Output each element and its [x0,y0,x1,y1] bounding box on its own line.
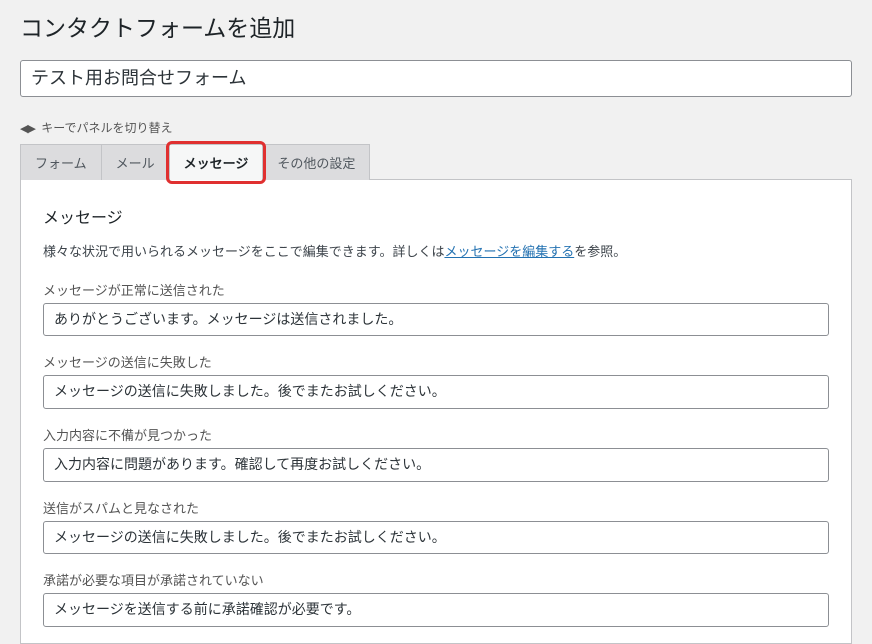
tab-list: フォーム メール メッセージ その他の設定 [20,144,852,180]
message-field-input[interactable] [43,593,829,627]
message-field-row: 承諾が必要な項目が承諾されていない [43,570,829,627]
edit-messages-link[interactable]: メッセージを編集する [444,244,574,259]
message-field-input[interactable] [43,521,829,555]
form-title-input[interactable] [20,60,852,97]
tab-other-settings[interactable]: その他の設定 [262,144,370,180]
message-field-input[interactable] [43,448,829,482]
message-field-label: 送信がスパムと見なされた [43,498,829,517]
intro-text: 様々な状況で用いられるメッセージをここで編集できます。詳しくはメッセージを編集す… [43,242,829,262]
tab-mail[interactable]: メール [101,144,170,180]
section-heading: メッセージ [43,204,829,228]
tab-form[interactable]: フォーム [20,144,102,180]
message-field-row: 入力内容に不備が見つかった [43,425,829,482]
message-field-input[interactable] [43,303,829,337]
tab-messages[interactable]: メッセージ [169,144,264,180]
keyboard-hint: ◀▶ キーでパネルを切り替え [20,119,852,136]
message-field-row: メッセージの送信に失敗した [43,352,829,409]
messages-panel: メッセージ 様々な状況で用いられるメッセージをここで編集できます。詳しくはメッセ… [20,179,852,643]
page-title: コンタクトフォームを追加 [20,0,852,60]
message-field-label: メッセージの送信に失敗した [43,352,829,371]
message-field-label: 入力内容に不備が見つかった [43,425,829,444]
message-field-row: メッセージが正常に送信された [43,280,829,337]
message-field-row: 送信がスパムと見なされた [43,498,829,555]
left-right-arrows-icon: ◀▶ [20,123,35,135]
message-field-label: 承諾が必要な項目が承諾されていない [43,570,829,589]
message-field-input[interactable] [43,375,829,409]
message-field-label: メッセージが正常に送信された [43,280,829,299]
